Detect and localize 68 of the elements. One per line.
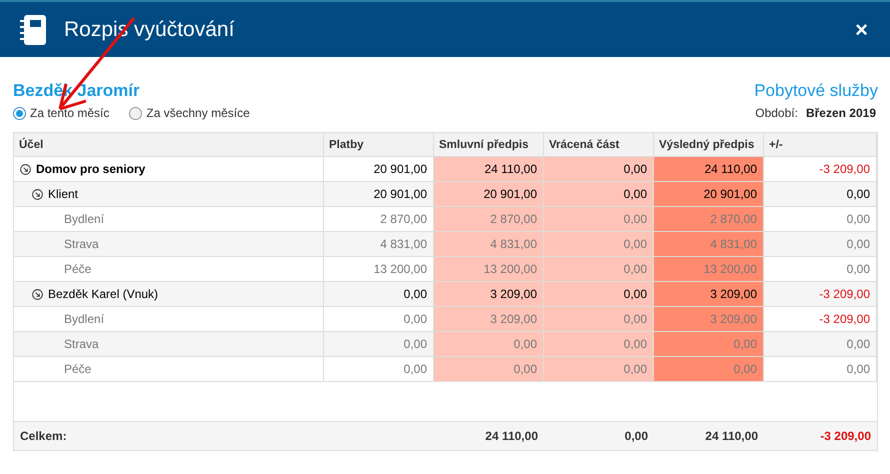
close-button[interactable]: × — [851, 16, 872, 42]
row-label: Strava — [64, 337, 99, 351]
row-label: Bydlení — [64, 212, 104, 226]
column-header[interactable]: Výsledný předpis — [654, 133, 764, 157]
table-cell: 20 901,00 — [434, 182, 544, 207]
table-cell: 0,00 — [544, 357, 654, 382]
radio-button[interactable] — [129, 106, 142, 120]
table-cell: 0,00 — [764, 357, 877, 382]
column-header[interactable]: +/- — [764, 133, 877, 157]
table-cell: 0,00 — [434, 332, 544, 357]
period-label: Období: — [755, 106, 798, 120]
table-cell: -3 209,00 — [764, 282, 877, 307]
expand-icon[interactable] — [32, 288, 43, 300]
row-label: Strava — [64, 237, 99, 251]
table-cell: 2 870,00 — [654, 207, 764, 232]
table-cell: 4 831,00 — [324, 232, 434, 257]
table-cell: 0,00 — [544, 257, 654, 282]
table-cell: 0,00 — [764, 182, 877, 207]
row-label: Bezděk Karel (Vnuk) — [48, 287, 158, 301]
total-cell-text: 24 110,00 — [704, 428, 759, 445]
service-name: Pobytové služby — [754, 81, 878, 101]
column-header[interactable]: Účel — [14, 133, 324, 157]
table-cell: 0,00 — [764, 332, 877, 357]
table-cell: 20 901,00 — [324, 182, 434, 207]
column-header[interactable]: Vrácená část — [544, 133, 654, 157]
table-cell: 0,00 — [544, 182, 654, 207]
table-cell: 0,00 — [544, 282, 654, 307]
row-label: Péče — [64, 362, 92, 376]
table-cell: 0,00 — [654, 357, 764, 382]
column-header[interactable]: Smluvní předpis — [434, 133, 544, 157]
table-cell: 4 831,00 — [654, 232, 764, 257]
table-cell: 13 200,00 — [654, 257, 764, 282]
total-cell-text: 24 110,00 — [484, 428, 539, 445]
row-label: Bydlení — [64, 312, 104, 326]
row-label: Klient — [48, 187, 78, 201]
table-cell: 0,00 — [544, 157, 654, 182]
expand-icon[interactable] — [20, 164, 31, 174]
table-cell: 20 901,00 — [654, 182, 764, 207]
table-cell: 0,00 — [654, 332, 764, 357]
total-cell-text: 0,00 — [624, 428, 649, 445]
radio-label: Za tento měsíc — [30, 106, 110, 120]
expand-icon[interactable] — [32, 188, 43, 200]
table-cell: 0,00 — [544, 207, 654, 232]
table-cell: 0,00 — [324, 332, 434, 357]
table-cell: 3 209,00 — [434, 282, 544, 307]
table-cell: 3 209,00 — [434, 307, 544, 332]
table-cell: 0,00 — [764, 232, 877, 257]
radio-option[interactable]: Za tento měsíc — [13, 106, 110, 120]
table-cell: 24 110,00 — [654, 157, 764, 182]
table-cell: 0,00 — [434, 357, 544, 382]
period-value: Březen 2019 — [806, 106, 876, 120]
table-cell: 3 209,00 — [654, 307, 764, 332]
row-label: Domov pro seniory — [36, 162, 146, 176]
table-cell: 3 209,00 — [654, 282, 764, 307]
table-cell: 0,00 — [544, 332, 654, 357]
column-header[interactable]: Platby — [324, 133, 434, 157]
row-label: Péče — [64, 262, 92, 276]
table-cell: 0,00 — [544, 232, 654, 257]
table-cell: 0,00 — [544, 307, 654, 332]
notebook-icon — [20, 14, 46, 44]
total-cell-text: -3 209,00 — [819, 428, 872, 445]
table-cell: 13 200,00 — [434, 257, 544, 282]
table-cell: 4 831,00 — [434, 232, 544, 257]
table-cell: 2 870,00 — [434, 207, 544, 232]
radio-button[interactable] — [13, 106, 26, 120]
table-cell: 0,00 — [324, 282, 434, 307]
total-label: Celkem: — [19, 428, 68, 445]
table-cell: 24 110,00 — [434, 157, 544, 182]
